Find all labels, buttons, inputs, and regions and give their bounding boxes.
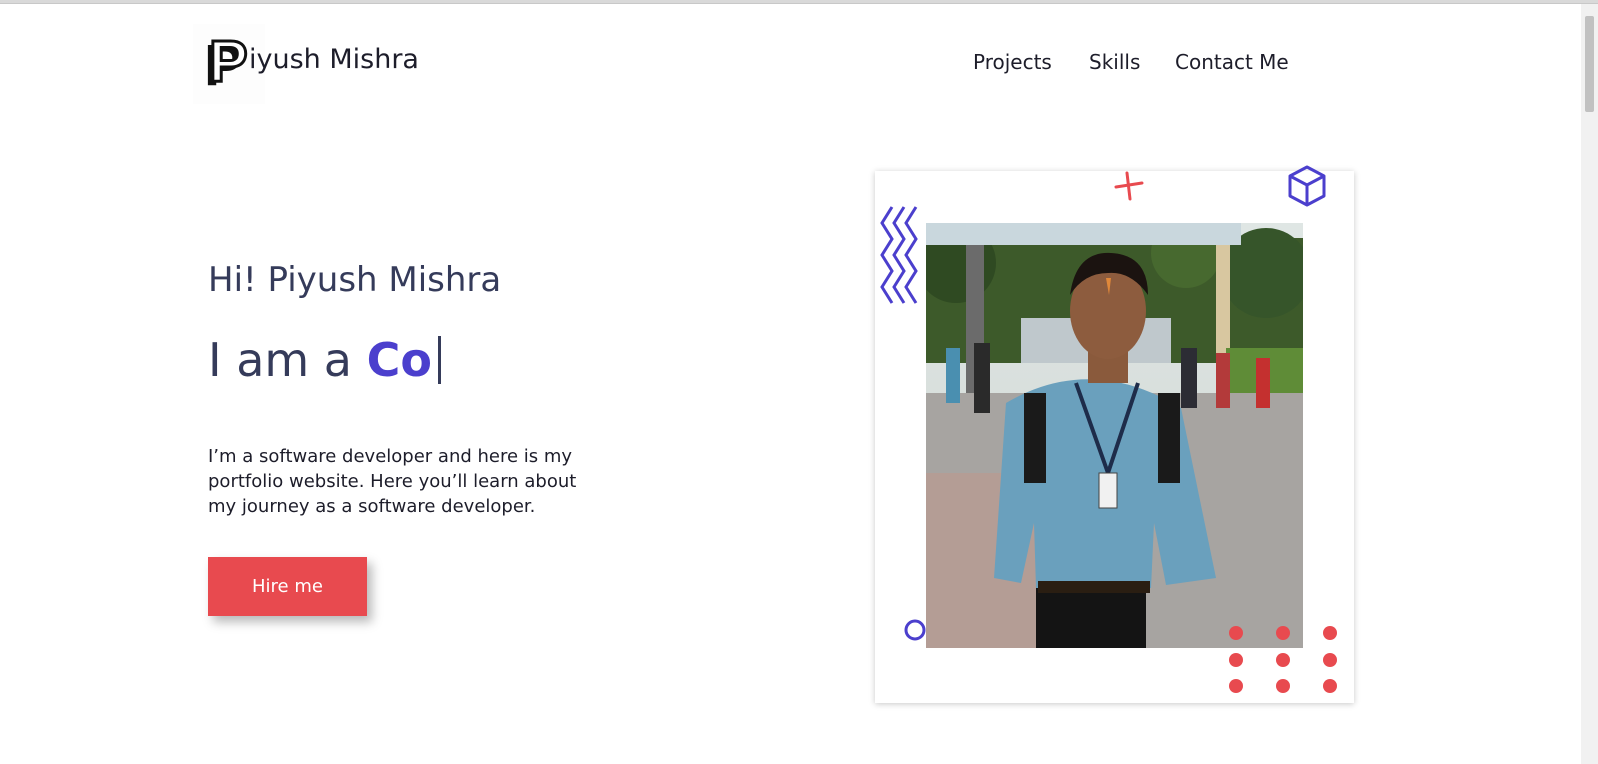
logo-name: iyush Mishra	[249, 44, 419, 75]
hero-greeting: Hi! Piyush Mishra	[208, 260, 502, 300]
cube-icon	[1288, 165, 1326, 207]
browser-top-edge	[0, 0, 1598, 4]
role-prefix: I am a	[208, 333, 352, 387]
dot-grid-icon	[1229, 626, 1337, 693]
nav-link-projects[interactable]: Projects	[973, 50, 1052, 74]
hero-role: I am a Co	[208, 333, 441, 387]
profile-photo	[926, 223, 1303, 648]
logo-letter: P	[208, 28, 250, 95]
page-scrollbar[interactable]	[1581, 4, 1598, 764]
scrollbar-thumb[interactable]	[1585, 16, 1594, 112]
hero-description: I’m a software developer and here is my …	[208, 446, 577, 517]
plus-icon	[1114, 171, 1144, 201]
site-logo[interactable]: P iyush Mishra	[193, 24, 419, 104]
zigzag-lines-icon	[880, 206, 918, 304]
hire-me-button[interactable]: Hire me	[208, 557, 367, 616]
typing-cursor	[438, 336, 441, 384]
role-typed-text: Co	[366, 333, 432, 387]
circle-outline-icon	[904, 619, 926, 641]
nav-link-contact[interactable]: Contact Me	[1175, 50, 1289, 74]
nav-link-skills[interactable]: Skills	[1089, 50, 1140, 74]
